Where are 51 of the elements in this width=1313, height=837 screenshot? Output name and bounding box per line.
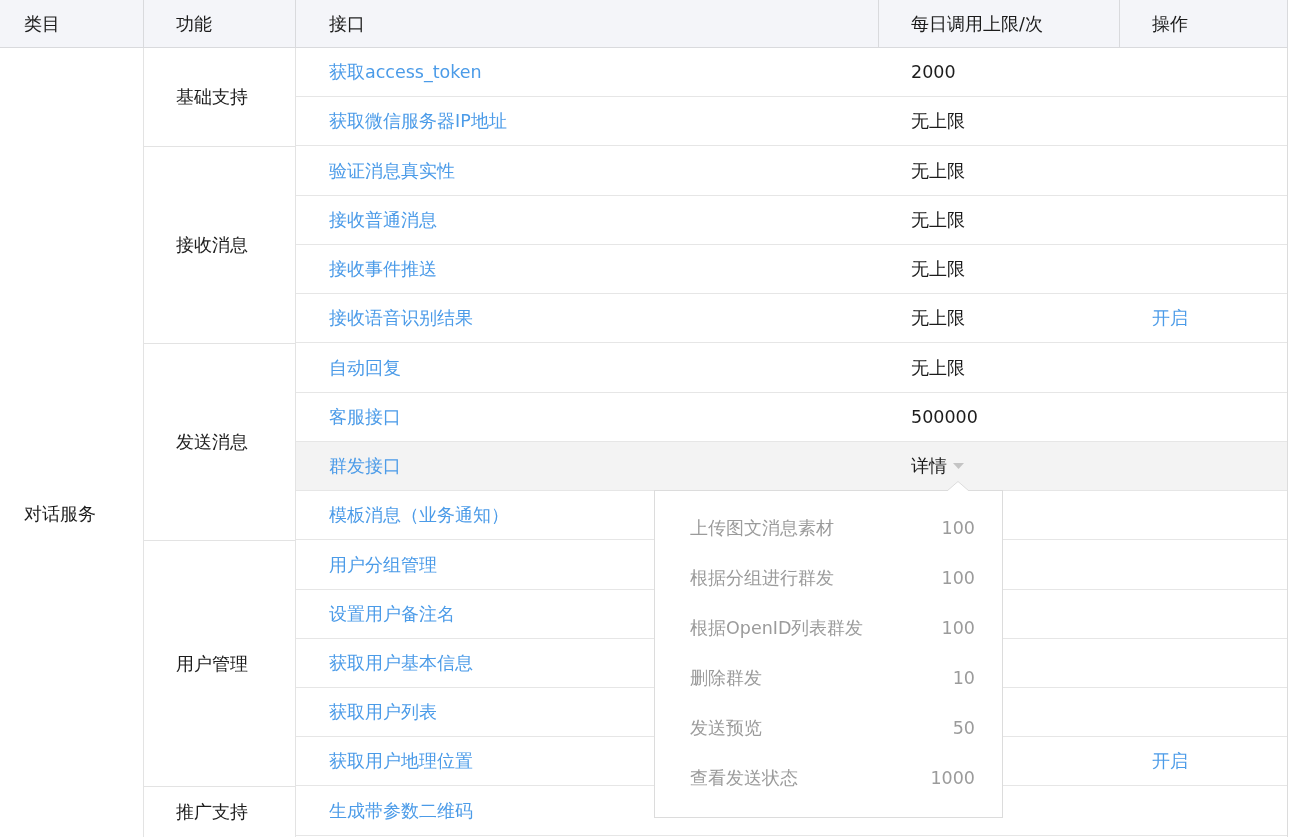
api-link[interactable]: 验证消息真实性 <box>329 159 455 183</box>
api-link[interactable]: 获取用户地理位置 <box>329 749 473 773</box>
detail-limit: 1000 <box>930 768 975 788</box>
detail-name: 根据OpenID列表群发 <box>690 617 864 640</box>
api-link[interactable]: 接收普通消息 <box>329 208 437 232</box>
column-header: 操作 <box>1152 12 1188 36</box>
detail-limit: 10 <box>952 668 975 688</box>
limit-value: 500000 <box>911 407 978 427</box>
detail-name: 上传图文消息素材 <box>690 517 834 540</box>
detail-limit: 100 <box>941 618 975 638</box>
caret-down-icon <box>953 463 964 469</box>
api-link[interactable]: 群发接口 <box>329 454 401 478</box>
api-link[interactable]: 接收事件推送 <box>329 257 437 281</box>
api-link[interactable]: 获取微信服务器IP地址 <box>329 109 507 133</box>
limit-value: 无上限 <box>911 307 965 330</box>
category-label: 对话服务 <box>24 502 96 526</box>
limit-value: 无上限 <box>911 209 965 232</box>
api-link[interactable]: 客服接口 <box>329 405 401 429</box>
limit-value: 无上限 <box>911 110 965 133</box>
enable-link[interactable]: 开启 <box>1152 749 1188 773</box>
group-label: 接收消息 <box>176 234 248 257</box>
enable-link[interactable]: 开启 <box>1152 306 1188 330</box>
limit-value: 无上限 <box>911 357 965 380</box>
detail-limit: 50 <box>952 718 975 738</box>
detail-name: 根据分组进行群发 <box>690 567 834 590</box>
column-header: 每日调用上限/次 <box>911 12 1043 36</box>
column-header: 接口 <box>329 12 365 36</box>
limit-value: 2000 <box>911 62 956 82</box>
group-label: 发送消息 <box>176 431 248 454</box>
details-dropdown[interactable]: 详情 <box>911 454 964 478</box>
detail-limit: 100 <box>941 518 975 538</box>
detail-name: 查看发送状态 <box>690 767 798 790</box>
api-link[interactable]: 用户分组管理 <box>329 553 437 577</box>
group-label: 推广支持 <box>176 800 248 824</box>
limit-value: 无上限 <box>911 258 965 281</box>
detail-name: 删除群发 <box>690 667 762 690</box>
detail-name: 发送预览 <box>690 717 762 740</box>
detail-limit: 100 <box>941 568 975 588</box>
api-link[interactable]: 获取access_token <box>329 60 482 84</box>
group-label: 用户管理 <box>176 652 248 676</box>
limit-value: 无上限 <box>911 160 965 183</box>
api-link[interactable]: 设置用户备注名 <box>329 602 455 626</box>
api-link[interactable]: 生成带参数二维码 <box>329 799 473 823</box>
api-link[interactable]: 模板消息（业务通知） <box>329 503 509 527</box>
api-link[interactable]: 获取用户列表 <box>329 700 437 724</box>
group-label: 基础支持 <box>176 86 248 109</box>
api-link[interactable]: 接收语音识别结果 <box>329 306 473 330</box>
api-link[interactable]: 获取用户基本信息 <box>329 651 473 675</box>
column-header: 类目 <box>24 12 60 36</box>
api-link[interactable]: 自动回复 <box>329 356 401 380</box>
column-header: 功能 <box>176 12 212 36</box>
